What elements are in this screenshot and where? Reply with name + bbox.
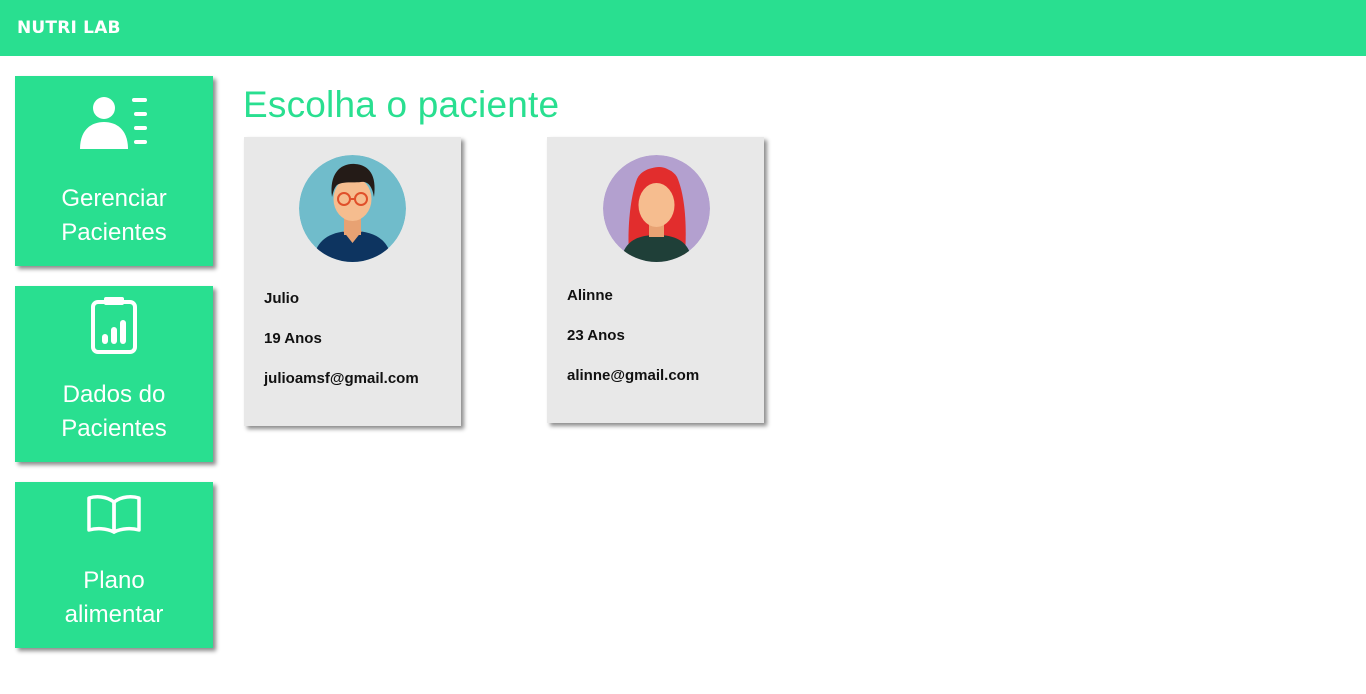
patient-age: 23 Anos: [567, 327, 625, 344]
sidebar-item-dados-pacientes[interactable]: Dados do Pacientes: [15, 286, 213, 462]
patient-email: julioamsf@gmail.com: [264, 370, 419, 387]
patient-email: alinne@gmail.com: [567, 367, 700, 384]
patient-age: 19 Anos: [264, 330, 322, 347]
male-avatar-icon: [299, 155, 406, 262]
users-list-icon: [15, 94, 213, 150]
brand-logo-text[interactable]: NUTRI LAB: [17, 18, 121, 38]
top-navbar: NUTRI LAB: [0, 0, 1366, 56]
sidebar-item-label: Plano alimentar: [64, 567, 164, 628]
sidebar-item-label: Gerenciar Pacientes: [61, 185, 167, 246]
patient-name: Julio: [264, 290, 300, 307]
sidebar-item-gerenciar-pacientes[interactable]: Gerenciar Pacientes: [15, 76, 213, 266]
page-title: Escolha o paciente: [243, 84, 560, 125]
patient-card[interactable]: Julio 19 Anos julioamsf@gmail.com: [244, 137, 461, 426]
clipboard-chart-icon: [15, 296, 213, 354]
patient-card[interactable]: Alinne 23 Anos alinne@gmail.com: [547, 137, 764, 423]
sidebar-item-label: Dados do Pacientes: [61, 381, 167, 442]
open-book-icon: [15, 494, 213, 534]
sidebar-item-plano-alimentar[interactable]: Plano alimentar: [15, 482, 213, 648]
patient-name: Alinne: [567, 287, 613, 304]
female-avatar-icon: [603, 155, 710, 262]
